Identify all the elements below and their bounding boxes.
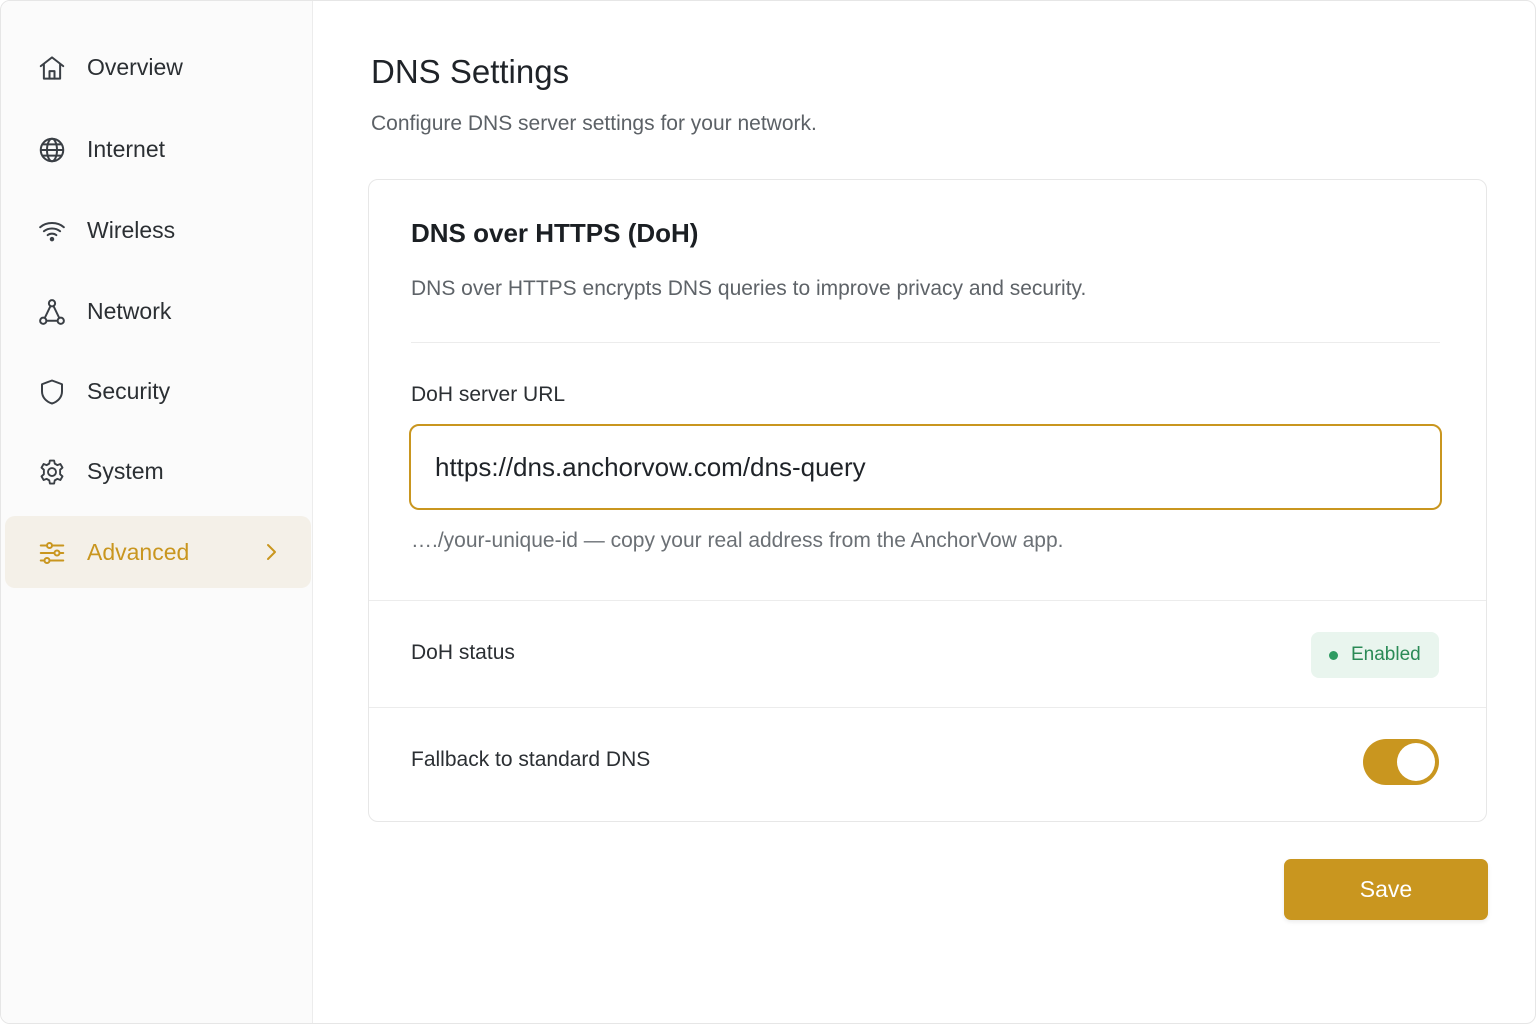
doh-url-input[interactable]: [409, 424, 1442, 510]
main-content: DNS Settings Configure DNS server settin…: [313, 1, 1535, 1023]
sidebar-item-label: Advanced: [87, 538, 190, 565]
sidebar-item-security[interactable]: Security: [5, 355, 311, 427]
sidebar-item-label: Overview: [87, 53, 183, 80]
status-badge-text: Enabled: [1351, 644, 1421, 665]
divider: [369, 707, 1486, 708]
card-description: DNS over HTTPS encrypts DNS queries to i…: [411, 277, 1087, 300]
sidebar-item-label: Network: [87, 297, 172, 324]
status-badge: Enabled: [1311, 632, 1439, 678]
doh-status-label: DoH status: [411, 641, 515, 664]
shield-icon: [37, 377, 67, 407]
home-icon: [37, 53, 67, 83]
sidebar-item-advanced[interactable]: Advanced: [5, 516, 311, 588]
toggle-knob: [1397, 743, 1435, 781]
fallback-label: Fallback to standard DNS: [411, 748, 651, 771]
doh-settings-card: DNS over HTTPS (DoH) DNS over HTTPS encr…: [368, 179, 1487, 822]
page-subtitle: Configure DNS server settings for your n…: [371, 112, 817, 135]
sidebar-item-system[interactable]: System: [5, 435, 311, 507]
divider: [411, 342, 1440, 343]
app-window: Overview Internet Wireless Network Secur…: [0, 0, 1536, 1024]
card-title: DNS over HTTPS (DoH): [411, 218, 699, 248]
chevron-right-icon: [259, 540, 283, 564]
network-icon: [37, 297, 67, 327]
sidebar-item-label: Internet: [87, 135, 165, 162]
status-dot-icon: [1329, 650, 1338, 660]
sidebar-item-label: Wireless: [87, 216, 176, 243]
sidebar-item-label: Security: [87, 377, 171, 404]
sidebar-item-overview[interactable]: Overview: [5, 31, 311, 103]
wifi-icon: [37, 216, 67, 246]
divider: [369, 600, 1486, 601]
globe-icon: [37, 135, 67, 165]
fallback-toggle[interactable]: [1363, 739, 1439, 785]
sidebar: Overview Internet Wireless Network Secur…: [1, 1, 313, 1023]
sidebar-item-network[interactable]: Network: [5, 275, 311, 347]
sidebar-item-label: System: [87, 457, 164, 484]
sidebar-item-internet[interactable]: Internet: [5, 113, 311, 185]
save-button[interactable]: Save: [1284, 859, 1488, 920]
page-title: DNS Settings: [371, 53, 570, 90]
sidebar-item-wireless[interactable]: Wireless: [5, 194, 311, 266]
gear-icon: [37, 457, 67, 487]
doh-url-label: DoH server URL: [411, 383, 566, 406]
sliders-icon: [37, 538, 67, 568]
doh-url-hint: …./your-unique-id — copy your real addre…: [411, 529, 1064, 552]
